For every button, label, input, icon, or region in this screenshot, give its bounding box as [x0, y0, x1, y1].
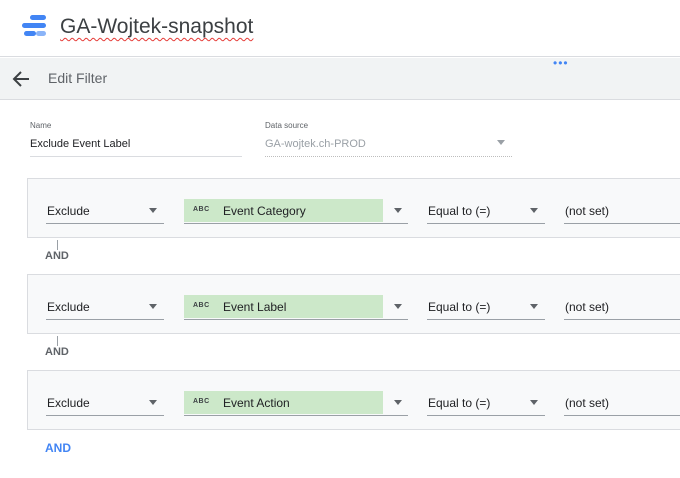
dimension-label: Event Label — [223, 300, 287, 314]
select-underline — [427, 319, 545, 320]
include-exclude-select[interactable]: Exclude — [47, 300, 90, 314]
value-underline — [564, 319, 680, 320]
dimension-chip[interactable]: ABC Event Label — [184, 295, 383, 318]
data-source-underline — [265, 156, 512, 157]
more-dots-icon[interactable]: ••• — [553, 57, 569, 69]
text-type-icon: ABC — [193, 206, 210, 213]
include-exclude-select[interactable]: Exclude — [47, 396, 90, 410]
filter-condition-row: Exclude ABC Event Category Equal to (=) … — [27, 178, 680, 238]
text-type-icon: ABC — [193, 398, 210, 405]
operator-select[interactable]: Equal to (=) — [428, 204, 490, 218]
data-source-chevron-down-icon[interactable] — [497, 140, 505, 145]
operator-select[interactable]: Equal to (=) — [428, 396, 490, 410]
value-underline — [564, 223, 680, 224]
add-and-condition-button[interactable]: AND — [45, 441, 71, 455]
report-title[interactable]: GA-Wojtek-snapshot — [60, 15, 253, 39]
dimension-chevron-down-icon[interactable] — [394, 304, 402, 309]
and-connector-line — [57, 336, 58, 346]
select-underline — [46, 415, 164, 416]
chevron-down-icon[interactable] — [149, 400, 157, 405]
name-label: Name — [30, 121, 52, 130]
operator-chevron-down-icon[interactable] — [530, 208, 538, 213]
data-source-select[interactable]: GA-wojtek.ch-PROD — [265, 138, 366, 150]
name-underline — [30, 156, 242, 157]
app-header: GA-Wojtek-snapshot — [0, 0, 680, 57]
page-title: Edit Filter — [48, 70, 108, 86]
chevron-down-icon[interactable] — [149, 304, 157, 309]
select-underline — [427, 415, 545, 416]
name-input[interactable]: Exclude Event Label — [30, 138, 130, 150]
dimension-label: Event Category — [223, 204, 306, 218]
chevron-down-icon[interactable] — [149, 208, 157, 213]
data-source-label: Data source — [265, 121, 309, 130]
value-input[interactable]: (not set) — [565, 396, 609, 410]
dimension-chevron-down-icon[interactable] — [394, 400, 402, 405]
select-underline — [427, 223, 545, 224]
text-type-icon: ABC — [193, 302, 210, 309]
data-studio-logo-icon — [20, 15, 50, 43]
select-underline — [46, 223, 164, 224]
and-connector-line — [57, 240, 58, 250]
back-arrow-icon[interactable] — [10, 68, 34, 90]
operator-chevron-down-icon[interactable] — [530, 400, 538, 405]
select-underline — [184, 319, 408, 320]
value-input[interactable]: (not set) — [565, 300, 609, 314]
edit-filter-toolbar: Edit Filter ••• — [0, 57, 680, 100]
value-underline — [564, 415, 680, 416]
dimension-label: Event Action — [223, 396, 290, 410]
and-label: AND — [45, 250, 69, 262]
dimension-chevron-down-icon[interactable] — [394, 208, 402, 213]
dimension-chip[interactable]: ABC Event Action — [184, 391, 383, 414]
and-label: AND — [45, 346, 69, 358]
select-underline — [46, 319, 164, 320]
operator-chevron-down-icon[interactable] — [530, 304, 538, 309]
select-underline — [184, 223, 408, 224]
include-exclude-select[interactable]: Exclude — [47, 204, 90, 218]
filter-condition-row: Exclude ABC Event Label Equal to (=) (no… — [27, 274, 680, 334]
filter-condition-row: Exclude ABC Event Action Equal to (=) (n… — [27, 370, 680, 430]
select-underline — [184, 415, 408, 416]
value-input[interactable]: (not set) — [565, 204, 609, 218]
operator-select[interactable]: Equal to (=) — [428, 300, 490, 314]
dimension-chip[interactable]: ABC Event Category — [184, 199, 383, 222]
